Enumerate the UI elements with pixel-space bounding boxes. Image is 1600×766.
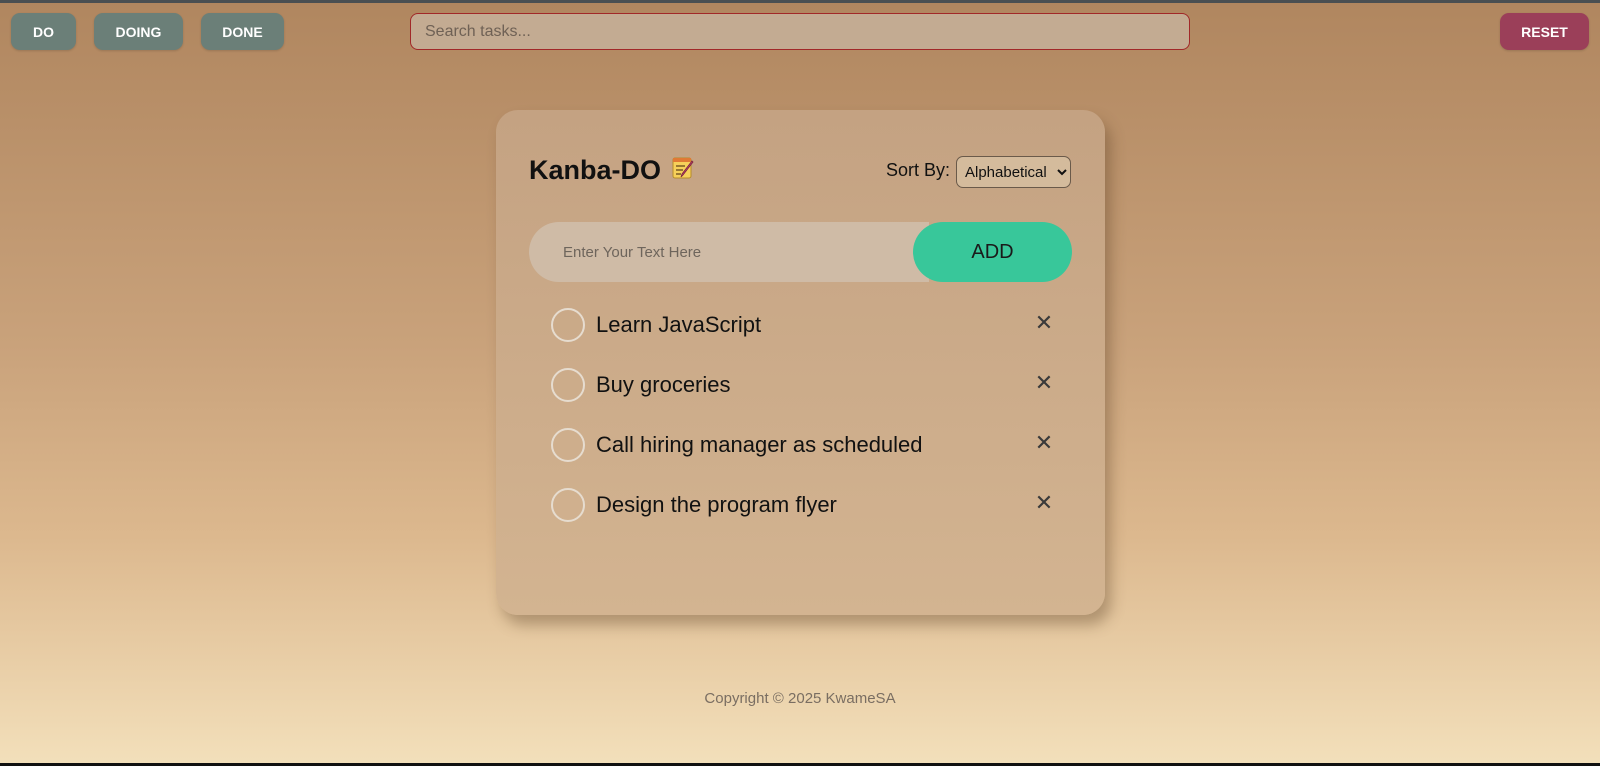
close-icon[interactable]: ✕ bbox=[1033, 492, 1055, 514]
close-icon[interactable]: ✕ bbox=[1033, 312, 1055, 334]
task-item: Learn JavaScript ✕ bbox=[551, 308, 1071, 368]
task-item: Call hiring manager as scheduled ✕ bbox=[551, 428, 1071, 488]
add-task-button[interactable]: ADD bbox=[913, 222, 1072, 282]
task-check-circle[interactable] bbox=[551, 488, 585, 522]
done-filter-button[interactable]: DONE bbox=[201, 13, 284, 50]
task-text-input[interactable] bbox=[529, 222, 929, 282]
task-text[interactable]: Buy groceries bbox=[596, 372, 731, 398]
task-check-circle[interactable] bbox=[551, 368, 585, 402]
app-title: Kanba-DO bbox=[529, 155, 662, 185]
task-check-circle[interactable] bbox=[551, 308, 585, 342]
task-text[interactable]: Design the program flyer bbox=[596, 492, 837, 518]
task-item: Buy groceries ✕ bbox=[551, 368, 1071, 428]
task-check-circle[interactable] bbox=[551, 428, 585, 462]
close-icon[interactable]: ✕ bbox=[1033, 372, 1055, 394]
task-item: Design the program flyer ✕ bbox=[551, 488, 1071, 548]
search-input[interactable] bbox=[410, 13, 1190, 50]
sort-select[interactable]: Alphabetical bbox=[956, 156, 1071, 188]
task-list: Learn JavaScript ✕ Buy groceries ✕ Call … bbox=[551, 308, 1071, 548]
todo-card: Kanba-DO Sort By: Alphabetical ADD Learn… bbox=[496, 110, 1105, 615]
task-text[interactable]: Learn JavaScript bbox=[596, 312, 761, 338]
add-task-row: ADD bbox=[529, 222, 1072, 282]
memo-icon bbox=[671, 154, 695, 187]
copyright-footer: Copyright © 2025 KwameSA bbox=[704, 690, 896, 707]
reset-button[interactable]: RESET bbox=[1500, 13, 1589, 50]
sort-label: Sort By: bbox=[886, 160, 951, 180]
top-bar: DO DOING DONE RESET bbox=[0, 13, 1600, 53]
do-filter-button[interactable]: DO bbox=[11, 13, 76, 50]
close-icon[interactable]: ✕ bbox=[1033, 432, 1055, 454]
app-title-heading: Kanba-DO bbox=[529, 154, 695, 187]
task-text[interactable]: Call hiring manager as scheduled bbox=[596, 432, 923, 458]
doing-filter-button[interactable]: DOING bbox=[94, 13, 183, 50]
